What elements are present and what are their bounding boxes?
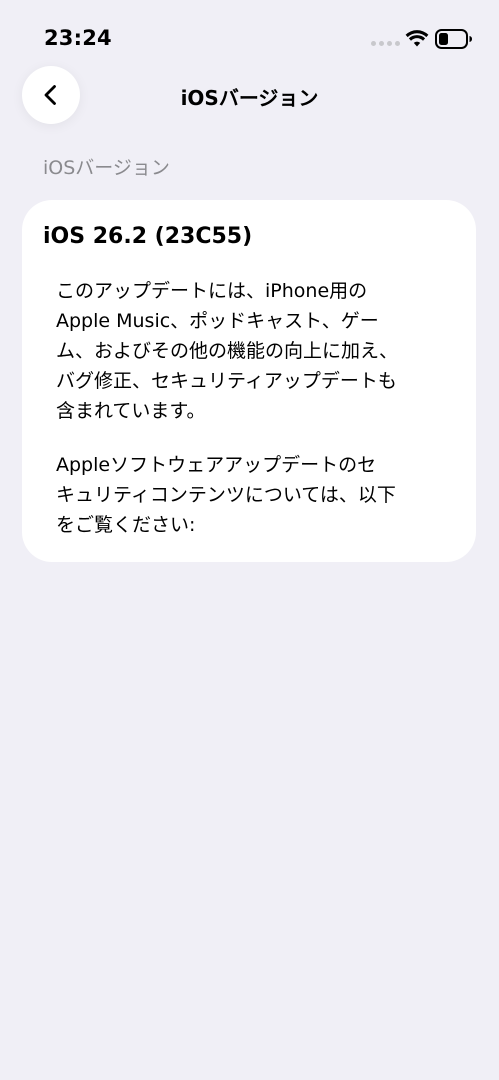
security-content-text: Appleソフトウェアアップデートのセ キュリティコンテンツについては、以下 を… <box>56 454 396 536</box>
page-title: iOSバージョン <box>180 86 319 110</box>
screen: 23:24 iOSバージョン iOSバージョン iOS 26.2 (23C55)… <box>0 0 499 1080</box>
version-title: iOS 26.2 (23C55) <box>43 224 253 249</box>
section-header: iOSバージョン <box>43 157 170 179</box>
version-info-card: iOS 26.2 (23C55) このアップデートには、iPhone用の App… <box>22 200 476 562</box>
status-bar: 23:24 <box>0 0 499 70</box>
cellular-signal-icon <box>371 41 401 47</box>
release-notes-text: このアップデートには、iPhone用の Apple Music、ポッドキャスト、… <box>56 280 399 422</box>
status-time: 23:24 <box>44 26 112 50</box>
wifi-icon <box>405 30 429 47</box>
battery-icon <box>435 29 472 49</box>
